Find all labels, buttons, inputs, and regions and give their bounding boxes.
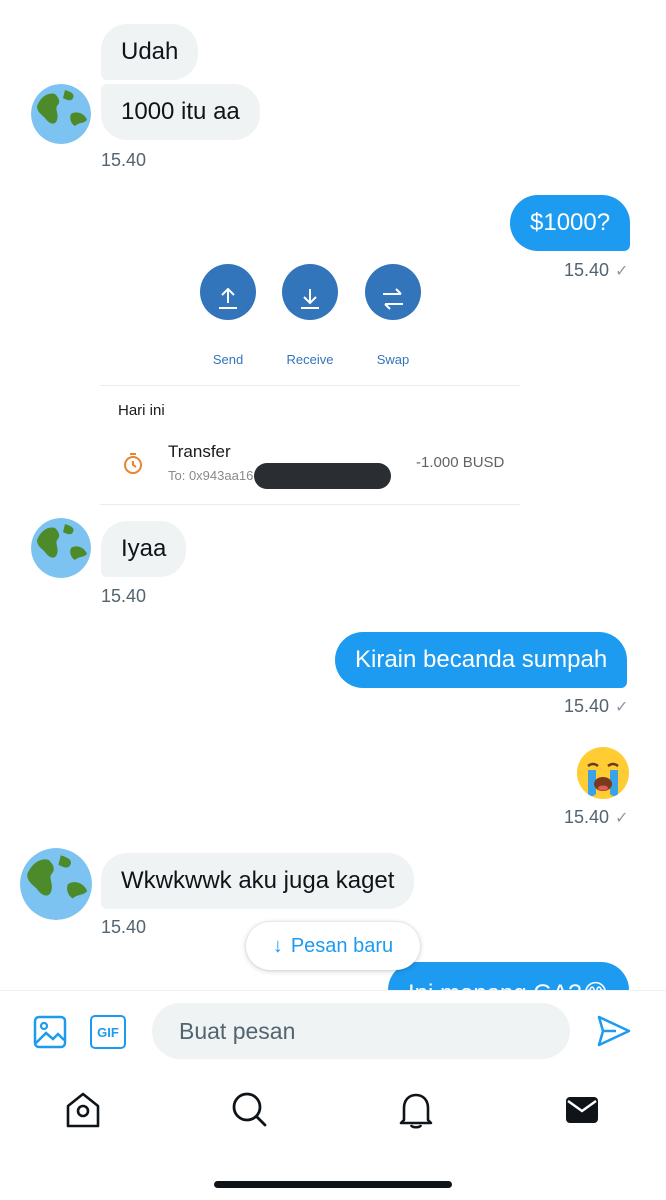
outgoing-message-bubble[interactable]: $1000? (510, 195, 631, 251)
message-timestamp: 15.40 (101, 150, 147, 170)
message-text: $1000? (530, 209, 611, 236)
sender-avatar[interactable] (31, 84, 91, 144)
partial-message-clip: Ini menang GA?😂 (380, 962, 640, 990)
address-redaction (254, 463, 391, 489)
incoming-message-bubble[interactable]: 1000 itu aa (101, 84, 260, 140)
sent-check-icon: ✓ (615, 263, 629, 280)
timestamp-text: 15.40 (564, 696, 610, 716)
message-input[interactable]: Buat pesan (152, 1003, 570, 1059)
bell-icon (399, 1093, 433, 1129)
home-indicator (214, 1181, 452, 1188)
outgoing-message-bubble[interactable]: Kirain becanda sumpah (335, 632, 628, 688)
receive-action-circle (282, 264, 338, 320)
message-text: Wkwkwwk aku juga kaget (121, 867, 395, 894)
timestamp-text: 15.40 (564, 260, 610, 280)
sent-check-icon: ✓ (615, 699, 629, 716)
send-button[interactable] (596, 1013, 632, 1049)
incoming-message-bubble[interactable]: Udah (101, 24, 199, 80)
globe-avatar-icon (20, 848, 92, 920)
add-gif-button[interactable]: GIF (90, 1015, 126, 1049)
swap-arrows-icon (383, 288, 403, 310)
globe-avatar-icon (31, 84, 91, 144)
incoming-message-bubble[interactable]: Iyaa (101, 521, 187, 577)
globe-avatar-icon (31, 518, 91, 578)
sender-avatar[interactable] (31, 518, 91, 578)
tab-notifications[interactable] (398, 1090, 434, 1130)
message-text: 1000 itu aa (121, 98, 240, 125)
swap-label: Swap (376, 352, 410, 367)
wallet-section-label: Hari ini (118, 402, 165, 419)
image-icon (33, 1015, 67, 1049)
send-icon (597, 1015, 631, 1047)
tab-home[interactable] (64, 1090, 102, 1130)
sent-check-icon: ✓ (615, 810, 629, 827)
receive-label: Receive (286, 352, 334, 367)
search-icon (232, 1092, 267, 1127)
home-icon (66, 1092, 100, 1128)
send-arrow-icon (219, 288, 237, 309)
transaction-recipient: To: 0x943aa16 (168, 468, 254, 483)
message-timestamp: 15.40 ✓ (564, 807, 628, 828)
wallet-divider (100, 385, 520, 386)
tab-messages[interactable] (565, 1094, 599, 1126)
transaction-amount: -1.000 BUSD (416, 454, 505, 471)
wallet-bottom-divider (100, 504, 520, 505)
new-messages-button[interactable]: ↓ Pesan baru (246, 922, 420, 970)
swap-action-circle (365, 264, 421, 320)
message-text: Kirain becanda sumpah (355, 646, 608, 673)
timestamp-text: 15.40 (564, 807, 610, 827)
message-composer: GIF Buat pesan (0, 990, 666, 1072)
arrow-down-icon: ↓ (272, 934, 283, 957)
pending-clock-icon (124, 453, 142, 474)
sender-avatar[interactable] (20, 848, 92, 920)
tab-explore[interactable] (230, 1090, 268, 1130)
message-timestamp: 15.40 (101, 586, 147, 606)
gif-icon: GIF (97, 1024, 119, 1040)
message-text: Udah (121, 38, 179, 65)
add-photo-button[interactable] (33, 1015, 67, 1049)
wallet-screenshot-image[interactable]: Send Receive Swap Hari ini Transfer To: … (100, 264, 520, 505)
envelope-icon (566, 1097, 598, 1123)
transaction-title: Transfer (168, 442, 231, 461)
receive-arrow-icon (301, 289, 319, 309)
new-messages-label: Pesan baru (290, 934, 394, 957)
send-label: Send (212, 352, 244, 367)
crying-face-emoji-icon[interactable] (576, 746, 630, 800)
incoming-message-bubble[interactable]: Wkwkwwk aku juga kaget (101, 853, 415, 909)
outgoing-message-bubble[interactable]: Ini menang GA?😂 (388, 962, 630, 990)
message-timestamp: 15.40 (101, 917, 147, 937)
message-text: Ini menang GA?😂 (408, 980, 609, 990)
message-timestamp: 15.40 ✓ (564, 696, 628, 717)
message-text: Iyaa (121, 535, 167, 562)
message-timestamp: 15.40 ✓ (564, 260, 628, 281)
send-action-circle (200, 264, 256, 320)
